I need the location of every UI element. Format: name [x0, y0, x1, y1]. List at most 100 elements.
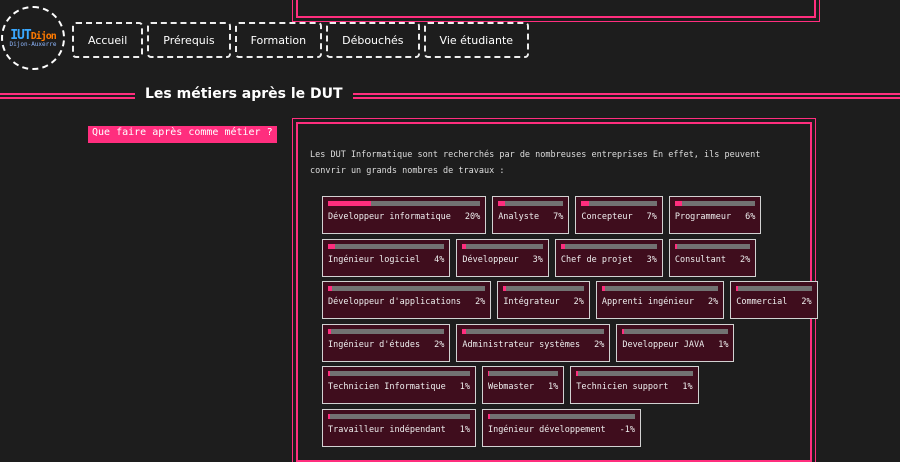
job-percent: 2%: [475, 297, 486, 307]
job-bar-track: [581, 201, 657, 206]
job-line: Commercial 2%: [736, 297, 811, 307]
jobs-row: Développeur d'applications 2% Intégrateur 2…: [322, 281, 818, 319]
job-label: Technicien support: [576, 382, 669, 392]
side-link-metier[interactable]: Que faire après comme métier ?: [88, 126, 277, 143]
job-bar-track: [328, 243, 445, 249]
job-label: Apprenti ingénieur: [601, 297, 694, 307]
job-percent: 2%: [594, 339, 605, 350]
job-line: Chef de projet 3%: [561, 255, 657, 265]
job-label: Programmeur: [674, 212, 732, 222]
job-line: Technicien Informatique 1%: [328, 382, 470, 392]
job-percent: -1%: [619, 424, 636, 435]
job-card: Ingénieur logiciel 4%: [322, 238, 451, 277]
job-line: Développeur d'applications 2%: [328, 297, 485, 307]
job-percent: 1%: [459, 424, 470, 435]
job-label: Analyste: [498, 212, 540, 222]
jobs-grid: Développeur informatique 20% Analyste 7% Con…: [322, 196, 818, 451]
job-label: Ingénieur d'études: [328, 339, 421, 350]
job-bar-track: [674, 243, 751, 249]
job-card: Développeur informatique 20%: [322, 196, 487, 234]
job-line: Consultant 2%: [675, 255, 750, 265]
job-bar-fill: [462, 328, 467, 334]
top-frame: [292, 0, 820, 22]
job-card: Programmeur 6%: [668, 196, 762, 234]
job-bar-fill: [328, 243, 335, 249]
job-label: Développeur informatique: [328, 212, 451, 222]
job-bar-track: [328, 413, 470, 419]
job-percent: 2%: [801, 297, 812, 307]
job-card: Ingénieur d'études 2%: [322, 323, 451, 362]
job-percent: 2%: [740, 254, 751, 265]
job-bar-fill: [622, 328, 624, 334]
job-card: Commercial 2%: [730, 281, 818, 319]
job-percent: 2%: [573, 297, 584, 307]
job-bar-track: [576, 371, 693, 376]
job-line: Analyste 7%: [498, 212, 563, 222]
job-label: Webmaster: [487, 382, 535, 392]
job-percent: 2%: [707, 297, 719, 307]
job-line: Concepteur 7%: [581, 212, 656, 222]
job-label: Developpeur JAVA: [622, 339, 705, 350]
intro-text: Les DUT Informatique sont recherchés par…: [310, 150, 761, 176]
job-card: Concepteur 7%: [575, 196, 663, 234]
nav-formation[interactable]: Formation: [234, 22, 323, 58]
jobs-row: Ingénieur d'études 2% Administrateur systè…: [322, 323, 802, 362]
job-card: Travailleur indépendant 1%: [322, 408, 476, 447]
job-percent: 1%: [682, 382, 693, 392]
job-bar-track: [462, 243, 543, 249]
job-bar-track: [487, 371, 559, 376]
main-nav: Accueil Prérequis Formation Débouchés Vi…: [72, 22, 530, 58]
job-bar-fill: [601, 286, 606, 291]
job-card: Intégrateur 2%: [497, 281, 590, 319]
jobs-row: Technicien Informatique 1% Webmaster 1% Tech…: [322, 366, 802, 404]
job-percent: 2%: [434, 339, 445, 350]
job-card: Developpeur JAVA 1%: [616, 323, 735, 362]
job-label: Ingénieur logiciel: [328, 254, 421, 265]
iut-logo[interactable]: IUTDijon Dijon-Auxerre: [1, 6, 65, 70]
job-bar-track: [498, 201, 564, 206]
job-line: Développeur informatique 20%: [328, 212, 480, 222]
job-label: Technicien Informatique: [328, 382, 446, 392]
job-percent: 7%: [553, 212, 564, 222]
job-card: Webmaster 1%: [481, 366, 565, 404]
job-percent: 1%: [459, 382, 470, 392]
job-line: Ingénieur logiciel 4%: [328, 255, 444, 265]
nav-debouches[interactable]: Débouchés: [326, 22, 420, 58]
job-label: Administrateur systèmes: [462, 339, 581, 350]
job-bar-fill: [487, 413, 490, 419]
job-bar-track: [736, 286, 812, 291]
nav-prerequis[interactable]: Prérequis: [147, 22, 231, 58]
job-line: Développeur 3%: [462, 255, 543, 265]
job-percent: 4%: [434, 254, 445, 265]
job-card: Administrateur systèmes 2%: [456, 323, 611, 362]
job-bar-fill: [328, 371, 330, 376]
job-bar-fill: [498, 201, 505, 206]
job-label: Commercial: [736, 297, 788, 307]
job-bar-track: [328, 286, 486, 291]
jobs-row: Travailleur indépendant 1% Ingénieur dével…: [322, 408, 802, 447]
job-card: Développeur d'applications 2%: [322, 281, 492, 319]
job-bar-track: [674, 201, 756, 206]
job-percent: 1%: [718, 339, 729, 350]
job-label: Développeur: [462, 254, 519, 265]
job-label: Consultant: [674, 254, 727, 265]
nav-vie-etudiante[interactable]: Vie étudiante: [423, 22, 530, 58]
job-bar-track: [503, 286, 584, 291]
job-bar-fill: [674, 201, 682, 206]
job-label: Intégrateur: [503, 297, 560, 307]
job-bar-track: [601, 286, 719, 291]
jobs-row: Ingénieur logiciel 4% Développeur 3% Chef de…: [322, 238, 802, 277]
job-card: Technicien Informatique 1%: [322, 366, 476, 404]
job-bar-track: [487, 413, 636, 419]
job-line: Ingénieur d'études 2%: [328, 340, 444, 350]
job-line: Webmaster 1%: [488, 382, 558, 392]
logo-subtitle: Dijon-Auxerre: [9, 41, 57, 48]
jobs-row: Développeur informatique 20% Analyste 7% Con…: [322, 196, 802, 234]
job-bar-fill: [736, 286, 739, 291]
job-card: Développeur 3%: [456, 238, 549, 277]
job-bar-track: [328, 371, 470, 376]
nav-accueil[interactable]: Accueil: [72, 22, 144, 58]
job-bar-fill: [328, 328, 332, 334]
job-card: Technicien support 1%: [570, 366, 699, 404]
job-line: Ingénieur développement -1%: [488, 425, 635, 435]
